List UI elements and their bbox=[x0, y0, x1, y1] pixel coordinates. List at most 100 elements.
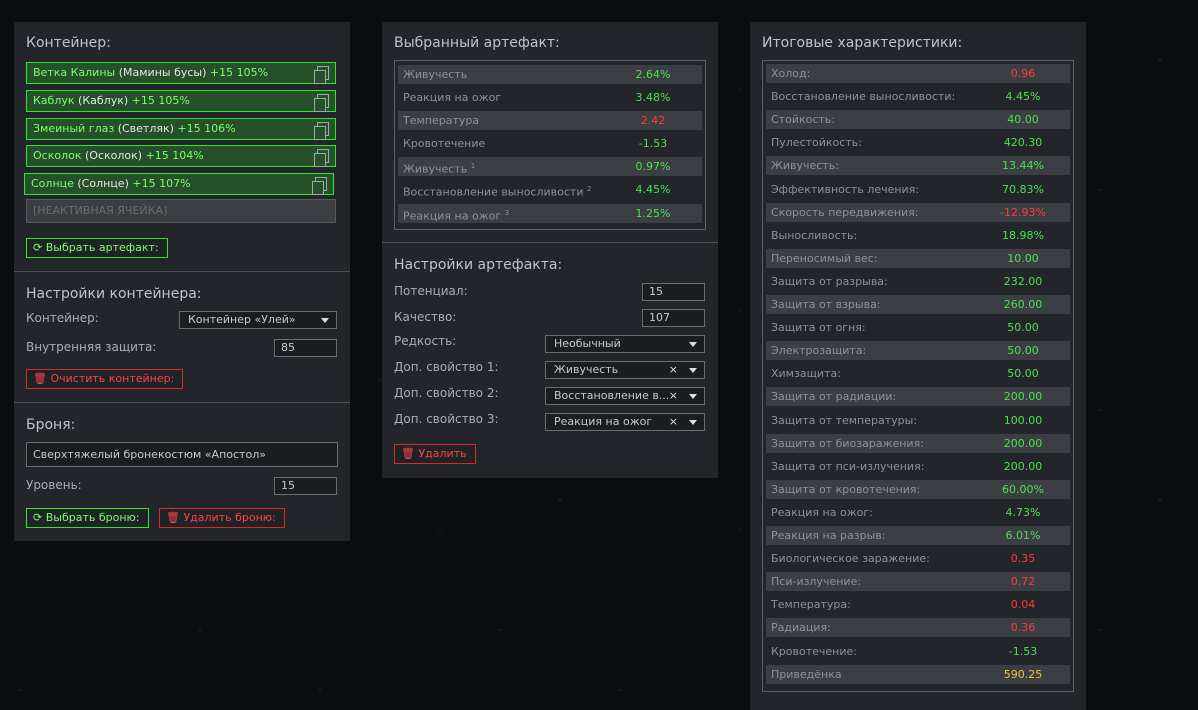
clear-icon[interactable]: × bbox=[669, 388, 678, 404]
chevron-down-icon bbox=[689, 420, 697, 425]
potential-label: Потенциал: bbox=[394, 284, 468, 298]
choose-armor-button[interactable]: ⟳ Выбрать броню: bbox=[26, 508, 149, 528]
extra3-label: Доп. свойство 3: bbox=[394, 412, 499, 426]
stat-name: Электрозащита: bbox=[771, 344, 867, 358]
extra1-label: Доп. свойство 1: bbox=[394, 360, 499, 374]
stat-value: 70.83% bbox=[1002, 182, 1044, 196]
totals-title: Итоговые характеристики: bbox=[762, 35, 963, 51]
table-row: Восстановление выносливости 2 4.45% bbox=[403, 183, 671, 199]
armor-title: Броня: bbox=[26, 417, 76, 433]
stat-name: Защита от кровотечения: bbox=[771, 482, 921, 496]
stat-value: 260.00 bbox=[1003, 298, 1043, 311]
trash-icon: 🗑 bbox=[33, 372, 47, 385]
clear-icon[interactable]: × bbox=[669, 414, 678, 430]
table-row: Биологическое заражение: 0.35 bbox=[766, 549, 1070, 568]
copy-icon[interactable] bbox=[314, 66, 329, 84]
stat-name: Реакция на разрыв: bbox=[771, 529, 886, 542]
choose-artifact-button[interactable]: ⟳ Выбрать артефакт: bbox=[26, 238, 168, 258]
extra3-select[interactable]: Реакция на ожог × bbox=[545, 413, 705, 431]
stat-name: Химзащита: bbox=[771, 367, 841, 381]
artifact-panel: Выбранный артефакт: Живучесть 2.64% Реакц… bbox=[382, 22, 718, 478]
table-row: Скорость передвижения: -12.93% bbox=[766, 202, 1070, 222]
stat-value: 100.00 bbox=[1003, 413, 1043, 427]
container-settings-title: Настройки контейнера: bbox=[26, 286, 202, 302]
stat-name: Пулестойкость: bbox=[771, 136, 862, 150]
stat-value: 200.00 bbox=[1003, 436, 1043, 450]
table-row: Химзащита: 50.00 bbox=[766, 364, 1070, 383]
stat-name: Кровотечение: bbox=[771, 644, 857, 658]
armor-level-input[interactable]: 15 bbox=[274, 477, 337, 495]
artifact-title: Выбранный артефакт: bbox=[394, 35, 560, 51]
stat-value: 50.00 bbox=[1007, 344, 1039, 358]
stat-value: 10.00 bbox=[1007, 251, 1039, 265]
extra1-select[interactable]: Живучесть × bbox=[545, 361, 705, 379]
table-row: Реакция на ожог: 4.73% bbox=[766, 503, 1070, 522]
stat-value: 590.25 bbox=[1003, 667, 1043, 681]
table-row: Температура 2.42 bbox=[398, 111, 702, 130]
stat-value: 0.96 bbox=[1010, 67, 1036, 80]
quality-input[interactable]: 107 bbox=[642, 309, 705, 327]
copy-icon[interactable] bbox=[314, 122, 329, 140]
trash-icon: 🗑 bbox=[166, 511, 180, 524]
table-row: Защита от биозаражения: 200.00 bbox=[766, 433, 1070, 453]
stat-name: Температура: bbox=[771, 598, 851, 612]
extra2-select[interactable]: Восстановление в... × bbox=[545, 387, 705, 405]
stat-name: Защита от огня: bbox=[771, 321, 866, 335]
extra2-label: Доп. свойство 2: bbox=[394, 386, 499, 400]
container-select[interactable]: Контейнер «Улей» bbox=[179, 311, 337, 329]
potential-input[interactable]: 15 bbox=[642, 283, 705, 301]
rarity-select[interactable]: Необычный bbox=[545, 335, 705, 353]
table-row: Стойкость: 40.00 bbox=[766, 110, 1070, 130]
stat-name: Защита от биозаражения: bbox=[771, 436, 924, 450]
stat-name: Восстановление выносливости: bbox=[771, 90, 956, 104]
stat-name: Приведёнка bbox=[771, 667, 842, 681]
table-row: Эффективность лечения: 70.83% bbox=[766, 180, 1070, 199]
copy-icon[interactable] bbox=[312, 177, 327, 195]
table-row: Защита от пси-излучения: 200.00 bbox=[766, 457, 1070, 476]
container-panel: Контейнер: Ветка Калины (Мамины бусы) +1… bbox=[14, 22, 350, 541]
copy-icon[interactable] bbox=[314, 149, 329, 167]
table-row: Защита от огня: 50.00 bbox=[766, 318, 1070, 337]
totals-panel: Итоговые характеристики: Холод: 0.96 Восст… bbox=[750, 22, 1086, 710]
clear-container-button[interactable]: 🗑 Очистить контейнер: bbox=[26, 369, 184, 389]
container-slot-3[interactable]: Змеиный глаз (Светляк) +15 106% bbox=[26, 118, 336, 140]
inner-protection-label: Внутренняя защита: bbox=[26, 340, 157, 354]
copy-icon[interactable] bbox=[314, 94, 329, 112]
stat-name: Радиация: bbox=[771, 621, 831, 635]
container-slot-2[interactable]: Каблук (Каблук) +15 105% bbox=[26, 90, 336, 112]
stat-name: Холод: bbox=[771, 67, 811, 80]
stat-value: 40.00 bbox=[1007, 113, 1039, 127]
inner-protection-input[interactable]: 85 bbox=[274, 339, 337, 357]
delete-armor-button[interactable]: 🗑 Удалить броню: bbox=[159, 508, 285, 528]
stat-value: 18.98% bbox=[1002, 228, 1044, 242]
chevron-down-icon bbox=[689, 342, 697, 347]
container-slot-4[interactable]: Осколок (Осколок) +15 104% bbox=[26, 145, 336, 167]
container-label: Контейнер: bbox=[26, 311, 99, 325]
clear-icon[interactable]: × bbox=[669, 362, 678, 378]
chevron-down-icon bbox=[321, 318, 329, 323]
stat-value: 4.73% bbox=[1005, 505, 1041, 519]
container-slot-1[interactable]: Ветка Калины (Мамины бусы) +15 105% bbox=[26, 62, 336, 84]
trash-icon: 🗑 bbox=[401, 447, 415, 460]
stat-value: -1.53 bbox=[1008, 644, 1038, 658]
table-row: Кровотечение -1.53 bbox=[403, 137, 668, 150]
stat-name: Выносливость: bbox=[771, 228, 858, 242]
stat-name: Живучесть: bbox=[771, 159, 839, 173]
rarity-label: Редкость: bbox=[394, 334, 457, 348]
armor-field[interactable]: Сверхтяжелый бронекостюм «Апостол» bbox=[26, 442, 338, 467]
table-row: Переносимый вес: 10.00 bbox=[766, 248, 1070, 268]
refresh-icon: ⟳ bbox=[33, 241, 43, 254]
stat-value: 0.35 bbox=[1010, 552, 1036, 566]
container-slot-5[interactable]: Солнце (Солнце) +15 107% bbox=[24, 173, 334, 195]
stat-value: 0.04 bbox=[1010, 598, 1036, 612]
delete-artifact-button[interactable]: 🗑 Удалить bbox=[394, 444, 476, 464]
stat-name: Защита от температуры: bbox=[771, 413, 918, 427]
container-title: Контейнер: bbox=[26, 35, 111, 51]
table-row: Холод: 0.96 bbox=[766, 64, 1070, 83]
stat-name: Защита от взрыва: bbox=[771, 298, 881, 311]
stat-name: Эффективность лечения: bbox=[771, 182, 920, 196]
table-row: Восстановление выносливости: 4.45% bbox=[766, 87, 1070, 106]
stat-value: 200.00 bbox=[1003, 390, 1043, 404]
chevron-down-icon bbox=[689, 368, 697, 373]
table-row: Пси-излучение: 0.72 bbox=[766, 572, 1070, 592]
